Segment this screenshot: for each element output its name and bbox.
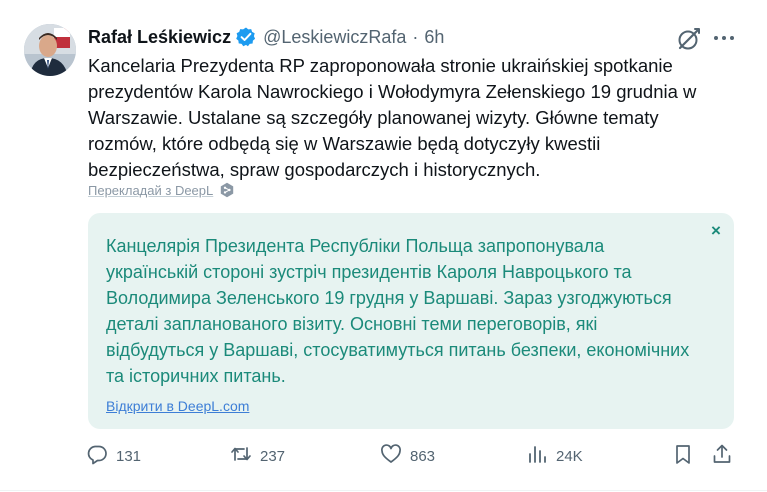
share-icon bbox=[711, 443, 733, 469]
open-in-deepl-link[interactable]: Відкрити в DeepL.com bbox=[106, 398, 249, 414]
translation-box: Канцелярія Президента Республіки Польща … bbox=[88, 213, 734, 429]
tweet-text: Kancelaria Prezydenta RP zaproponowała s… bbox=[88, 55, 697, 180]
timestamp[interactable]: 6h bbox=[424, 27, 444, 48]
more-icon[interactable] bbox=[710, 26, 738, 50]
reply-count: 131 bbox=[116, 447, 142, 465]
translate-link[interactable]: Перекладай з DeepL bbox=[88, 183, 213, 198]
repost-count: 237 bbox=[260, 447, 286, 465]
translate-row[interactable]: Перекладай з DeepL bbox=[88, 182, 235, 198]
repost-button[interactable]: 237 bbox=[230, 440, 285, 472]
views-count: 24K bbox=[556, 447, 583, 465]
translation-text: Канцелярія Президента Республіки Польща … bbox=[106, 236, 690, 386]
tweet: Rafał Leśkiewicz @LeskiewiczRafa · 6h Ka… bbox=[0, 0, 767, 492]
like-count: 863 bbox=[410, 447, 436, 465]
views-icon bbox=[526, 443, 548, 469]
deepl-icon bbox=[219, 182, 235, 198]
bookmark-button[interactable] bbox=[672, 440, 694, 472]
tweet-header: Rafał Leśkiewicz @LeskiewiczRafa · 6h bbox=[88, 24, 444, 50]
avatar[interactable] bbox=[24, 24, 76, 76]
views-button[interactable]: 24K bbox=[526, 440, 583, 472]
grok-icon[interactable] bbox=[676, 26, 702, 52]
verified-badge-icon bbox=[235, 26, 257, 48]
repost-icon bbox=[230, 443, 252, 469]
reply-button[interactable]: 131 bbox=[86, 440, 141, 472]
reply-icon bbox=[86, 443, 108, 469]
bookmark-icon bbox=[672, 443, 694, 469]
author-handle[interactable]: @LeskiewiczRafa bbox=[263, 27, 406, 48]
divider bbox=[0, 490, 767, 491]
separator-dot: · bbox=[412, 26, 419, 47]
action-bar: 131 237 863 24K bbox=[0, 440, 767, 472]
like-button[interactable]: 863 bbox=[380, 440, 435, 472]
share-button[interactable] bbox=[711, 440, 733, 472]
like-icon bbox=[380, 443, 402, 469]
author-name[interactable]: Rafał Leśkiewicz bbox=[88, 27, 231, 48]
close-icon[interactable]: × bbox=[708, 222, 724, 239]
